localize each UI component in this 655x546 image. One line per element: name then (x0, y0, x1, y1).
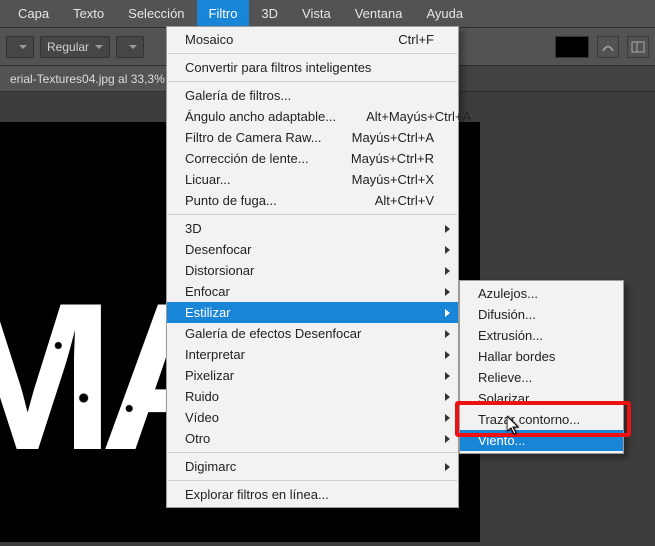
menu-seleccion[interactable]: Selección (116, 0, 196, 28)
menu-item-estilizar[interactable]: Estilizar (167, 302, 458, 323)
submenu-arrow-icon (445, 463, 450, 471)
panels-button[interactable] (627, 36, 649, 58)
submenu-arrow-icon (445, 372, 450, 380)
document-tab-label: erial-Textures04.jpg al 33,3% (C (10, 72, 181, 86)
submenu-arrow-icon (445, 225, 450, 233)
separator (168, 452, 457, 453)
font-style-select[interactable]: Regular (40, 36, 110, 58)
submenu-arrow-icon (445, 330, 450, 338)
menu-item-distorsionar[interactable]: Distorsionar (167, 260, 458, 281)
menu-item-mosaico[interactable]: Mosaico Ctrl+F (167, 29, 458, 50)
menu-item-angulo-ancho[interactable]: Ángulo ancho adaptable...Alt+Mayús+Ctrl+… (167, 106, 458, 127)
menubar: Capa Texto Selección Filtro 3D Vista Ven… (0, 0, 655, 28)
submenu-item-difusion[interactable]: Difusión... (460, 304, 623, 325)
menu-item-convertir-filtros[interactable]: Convertir para filtros inteligentes (167, 57, 458, 78)
menu-ayuda[interactable]: Ayuda (414, 0, 475, 28)
color-swatch[interactable] (555, 36, 589, 58)
submenu-item-viento[interactable]: Viento... (460, 430, 623, 451)
menu-item-licuar[interactable]: Licuar...Mayús+Ctrl+X (167, 169, 458, 190)
menu-item-desenfocar[interactable]: Desenfocar (167, 239, 458, 260)
size-select[interactable] (116, 36, 144, 58)
menu-ventana[interactable]: Ventana (343, 0, 415, 28)
font-style-label: Regular (47, 40, 89, 54)
submenu-item-trazar-contorno[interactable]: Trazar contorno... (460, 409, 623, 430)
menu-3d[interactable]: 3D (249, 0, 290, 28)
menu-item-video[interactable]: Vídeo (167, 407, 458, 428)
separator (168, 480, 457, 481)
submenu-arrow-icon (445, 267, 450, 275)
submenu-item-azulejos[interactable]: Azulejos... (460, 283, 623, 304)
submenu-item-extrusion[interactable]: Extrusión... (460, 325, 623, 346)
menu-item-digimarc[interactable]: Digimarc (167, 456, 458, 477)
submenu-arrow-icon (445, 414, 450, 422)
menu-vista[interactable]: Vista (290, 0, 343, 28)
document-tab[interactable]: erial-Textures04.jpg al 33,3% (C (0, 66, 191, 91)
chevron-down-icon (95, 45, 103, 49)
separator (168, 214, 457, 215)
separator (168, 81, 457, 82)
submenu-arrow-icon (445, 435, 450, 443)
submenu-arrow-icon (445, 351, 450, 359)
chevron-down-icon (129, 45, 137, 49)
filtro-dropdown: Mosaico Ctrl+F Convertir para filtros in… (166, 26, 459, 508)
menu-item-galeria-filtros[interactable]: Galería de filtros... (167, 85, 458, 106)
separator (168, 53, 457, 54)
estilizar-submenu: Azulejos... Difusión... Extrusión... Hal… (459, 280, 624, 454)
canvas-text-m: M (0, 272, 109, 482)
submenu-arrow-icon (445, 309, 450, 317)
submenu-item-solarizar[interactable]: Solarizar (460, 388, 623, 409)
submenu-item-hallar-bordes[interactable]: Hallar bordes (460, 346, 623, 367)
panels-icon (631, 40, 645, 54)
tool-picker[interactable] (6, 36, 34, 58)
menu-texto[interactable]: Texto (61, 0, 116, 28)
menu-item-interpretar[interactable]: Interpretar (167, 344, 458, 365)
menu-item-correccion-lente[interactable]: Corrección de lente...Mayús+Ctrl+R (167, 148, 458, 169)
warp-icon (601, 40, 615, 54)
menu-item-pixelizar[interactable]: Pixelizar (167, 365, 458, 386)
menu-item-otro[interactable]: Otro (167, 428, 458, 449)
menu-filtro[interactable]: Filtro (197, 0, 250, 28)
menu-item-3d[interactable]: 3D (167, 218, 458, 239)
menu-item-punto-fuga[interactable]: Punto de fuga...Alt+Ctrl+V (167, 190, 458, 211)
menu-item-enfocar[interactable]: Enfocar (167, 281, 458, 302)
submenu-arrow-icon (445, 246, 450, 254)
submenu-arrow-icon (445, 288, 450, 296)
menu-item-galeria-desenfocar[interactable]: Galería de efectos Desenfocar (167, 323, 458, 344)
menu-item-camera-raw[interactable]: Filtro de Camera Raw...Mayús+Ctrl+A (167, 127, 458, 148)
menu-capa[interactable]: Capa (6, 0, 61, 28)
warp-text-button[interactable] (597, 36, 619, 58)
chevron-down-icon (19, 45, 27, 49)
submenu-arrow-icon (445, 393, 450, 401)
menu-item-ruido[interactable]: Ruido (167, 386, 458, 407)
menu-item-explorar-filtros[interactable]: Explorar filtros en línea... (167, 484, 458, 505)
submenu-item-relieve[interactable]: Relieve... (460, 367, 623, 388)
